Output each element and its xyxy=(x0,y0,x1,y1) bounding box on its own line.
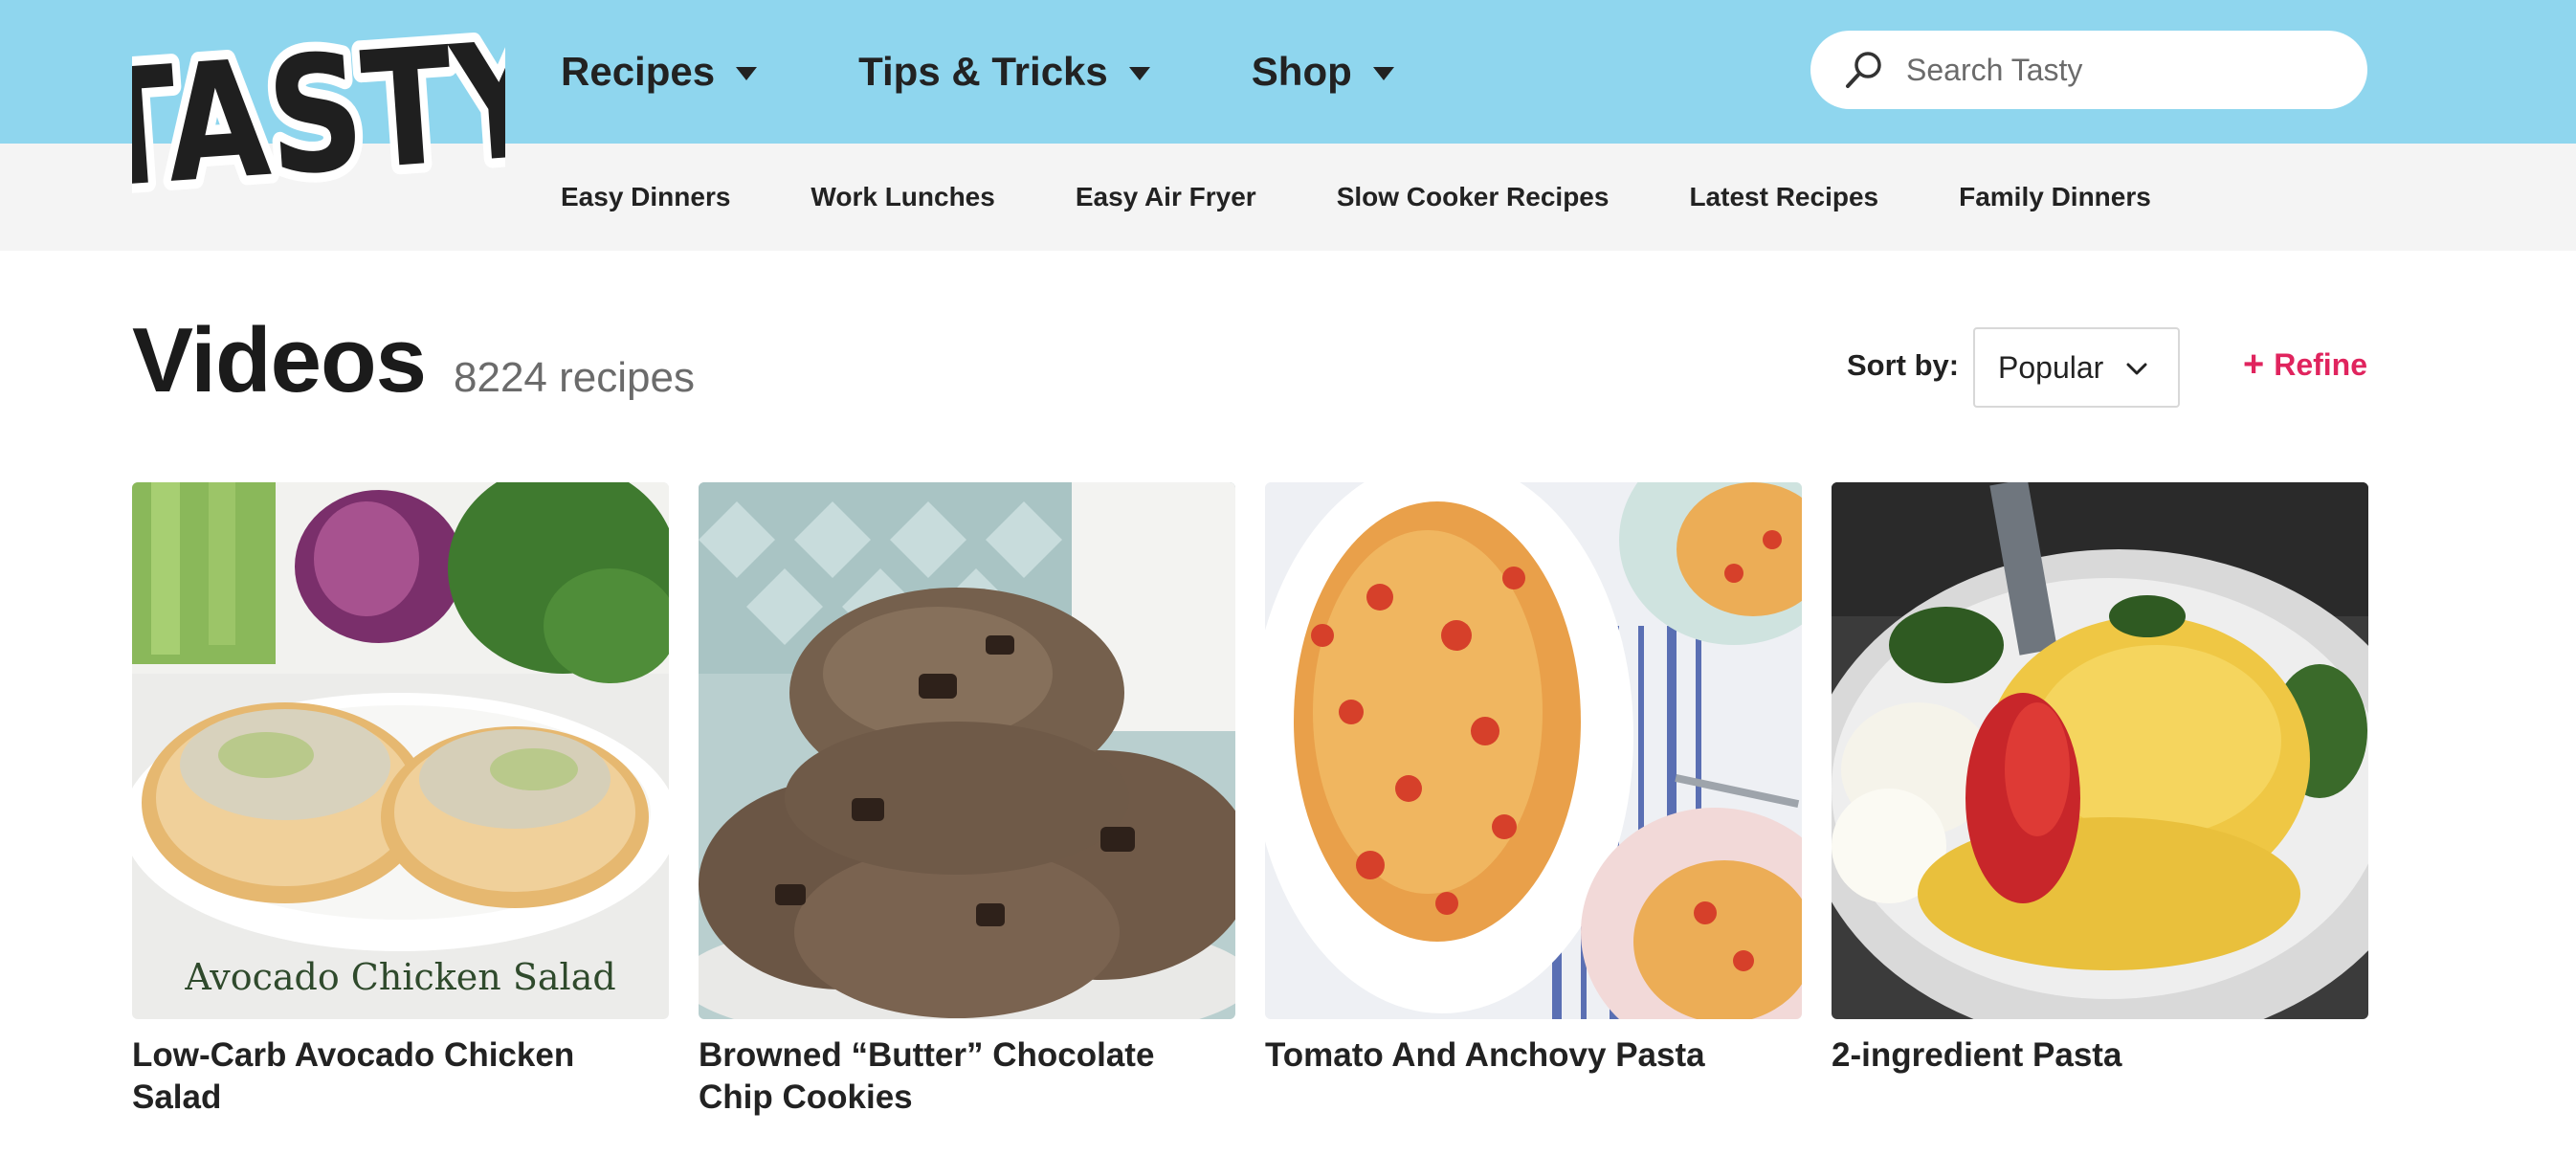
search-box[interactable] xyxy=(1810,31,2367,109)
nav-item-tips-tricks[interactable]: Tips & Tricks xyxy=(858,49,1150,95)
main-nav: Recipes Tips & Tricks Shop xyxy=(561,0,1496,144)
recipe-title[interactable]: Tomato And Anchovy Pasta xyxy=(1265,1034,1802,1077)
tasty-logo-graphic: TASTY TASTY xyxy=(132,27,505,213)
svg-text:TASTY: TASTY xyxy=(132,27,505,213)
refine-label: Refine xyxy=(2274,346,2367,382)
search-input[interactable] xyxy=(1906,52,2346,88)
cookies-image xyxy=(699,482,1235,1019)
nav-item-label: Recipes xyxy=(561,49,716,94)
recipe-card[interactable]: 2-ingredient Pasta xyxy=(1832,482,2368,1077)
recipe-thumbnail[interactable] xyxy=(699,482,1235,1019)
nav-item-label: Shop xyxy=(1251,49,1352,94)
recipe-thumbnail[interactable]: Avocado Chicken Salad xyxy=(132,482,669,1019)
caret-down-icon xyxy=(736,67,758,80)
tomato-pasta-image xyxy=(1265,482,1802,1019)
chicken-salad-image xyxy=(132,482,669,1019)
recipe-card[interactable]: Browned “Butter” Chocolate Chip Cookies xyxy=(699,482,1235,1119)
sort-value: Popular xyxy=(1998,349,2104,385)
pasta-bowl-image xyxy=(1832,482,2368,1019)
chevron-down-icon xyxy=(2126,363,2147,375)
tasty-logo[interactable]: TASTY TASTY xyxy=(132,27,505,213)
recipe-thumbnail[interactable] xyxy=(1265,482,1802,1019)
search-icon xyxy=(1846,52,1881,88)
recipe-title[interactable]: 2-ingredient Pasta xyxy=(1832,1034,2368,1077)
subnav-item-easy-dinners[interactable]: Easy Dinners xyxy=(561,182,730,212)
subnav-item-work-lunches[interactable]: Work Lunches xyxy=(811,182,994,212)
recipe-title[interactable]: Low-Carb Avocado Chicken Salad xyxy=(132,1034,669,1119)
refine-button[interactable]: + Refine xyxy=(2243,346,2367,383)
sort-label: Sort by: xyxy=(1847,348,1960,382)
caret-down-icon xyxy=(1372,67,1394,80)
subnav-item-family-dinners[interactable]: Family Dinners xyxy=(1959,182,2151,212)
nav-item-recipes[interactable]: Recipes xyxy=(561,49,758,95)
subnav-item-slow-cooker-recipes[interactable]: Slow Cooker Recipes xyxy=(1337,182,1610,212)
subnav-item-latest-recipes[interactable]: Latest Recipes xyxy=(1689,182,1878,212)
caret-down-icon xyxy=(1128,67,1150,80)
recipe-card[interactable]: Avocado Chicken Salad Low-Carb Avocado C… xyxy=(132,482,669,1119)
nav-item-shop[interactable]: Shop xyxy=(1252,49,1394,95)
recipe-count: 8224 recipes xyxy=(454,354,695,401)
subnav: Easy Dinners Work Lunches Easy Air Fryer… xyxy=(561,144,2232,251)
plus-icon: + xyxy=(2243,345,2265,385)
thumbnail-caption: Avocado Chicken Salad xyxy=(185,956,616,998)
nav-item-label: Tips & Tricks xyxy=(858,49,1108,94)
subnav-item-easy-air-fryer[interactable]: Easy Air Fryer xyxy=(1076,182,1256,212)
recipe-thumbnail[interactable] xyxy=(1832,482,2368,1019)
sort-dropdown[interactable]: Popular xyxy=(1973,327,2180,408)
recipe-card[interactable]: Tomato And Anchovy Pasta xyxy=(1265,482,1802,1077)
recipe-title[interactable]: Browned “Butter” Chocolate Chip Cookies xyxy=(699,1034,1235,1119)
page-title: Videos xyxy=(132,309,427,411)
